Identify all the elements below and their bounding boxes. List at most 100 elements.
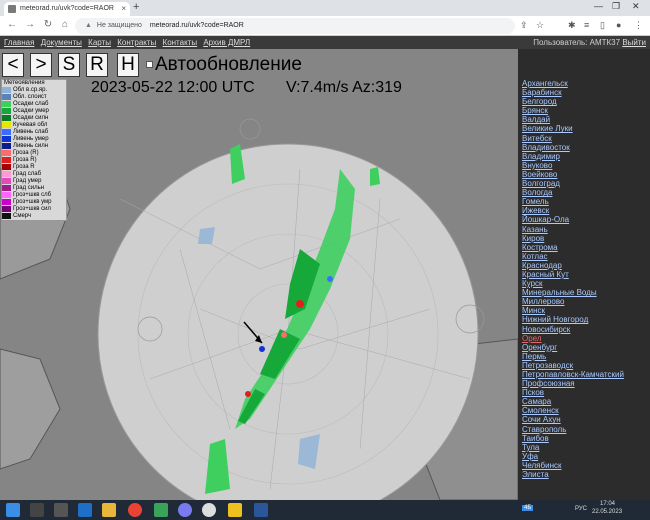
city-link[interactable]: Оренбург (522, 343, 650, 352)
city-link[interactable]: Псков (522, 388, 650, 397)
new-tab-button[interactable]: + (133, 1, 139, 13)
city-link[interactable]: Уфа (522, 452, 650, 461)
reading-list-icon[interactable]: ≡ (584, 20, 589, 30)
h-button[interactable]: H (117, 53, 139, 77)
city-link[interactable]: Кострома (522, 243, 650, 252)
city-link[interactable]: Воейково (522, 170, 650, 179)
task-view-icon[interactable] (54, 503, 68, 517)
city-link[interactable]: Владивосток (522, 143, 650, 152)
menu-maps[interactable]: Карты (88, 38, 111, 47)
app-icon[interactable] (228, 503, 242, 517)
maximize-button[interactable]: ❐ (612, 1, 620, 12)
s-button[interactable]: S (58, 53, 80, 77)
auto-update-toggle[interactable]: Автообновление (146, 53, 302, 77)
chrome-icon[interactable] (128, 503, 142, 517)
home-icon[interactable]: ⌂ (59, 19, 71, 30)
city-link[interactable]: Таибов (522, 434, 650, 443)
city-link[interactable]: Сочи Ахун (522, 415, 650, 424)
app-icon[interactable] (154, 503, 168, 517)
clock-time[interactable]: 17:04 (600, 501, 615, 507)
city-link[interactable]: Великие Луки (522, 124, 650, 133)
weather-widget[interactable]: 4Б (522, 505, 534, 511)
city-link[interactable]: Киров (522, 234, 650, 243)
menu-contacts[interactable]: Контакты (163, 38, 198, 47)
city-link[interactable]: Новосибирск (522, 325, 650, 334)
reload-icon[interactable]: ↻ (42, 19, 54, 30)
clock-date[interactable]: 22.05.2023 (592, 509, 622, 515)
city-link[interactable]: Белгород (522, 97, 650, 106)
legend-swatch (2, 136, 11, 142)
close-window-button[interactable]: ✕ (632, 1, 640, 12)
city-link[interactable]: Миллерово (522, 297, 650, 306)
city-link[interactable]: Курск (522, 279, 650, 288)
back-arrow-icon[interactable]: ← (6, 19, 18, 30)
city-link[interactable]: Владимир (522, 152, 650, 161)
city-link[interactable]: Внуково (522, 161, 650, 170)
address-bar[interactable]: ▲ Не защищено meteorad.ru/uvk?code=RAOR (75, 18, 515, 34)
r-button[interactable]: R (86, 53, 108, 77)
tab-close-icon[interactable]: × (121, 2, 126, 16)
city-link[interactable]: Петрозаводск (522, 361, 650, 370)
city-link[interactable]: Вологда (522, 188, 650, 197)
city-link[interactable]: Самара (522, 397, 650, 406)
legend-label: Гроза (R) (13, 150, 39, 156)
prev-button[interactable]: < (2, 53, 24, 77)
legend-item: Ливень умер (2, 136, 66, 143)
search-icon[interactable] (30, 503, 44, 517)
menu-contracts[interactable]: Контракты (117, 38, 156, 47)
legend-item: Осадки силн (2, 115, 66, 122)
app-icon[interactable] (202, 503, 216, 517)
edge-icon[interactable] (78, 503, 92, 517)
share-icon[interactable]: ⇪ (520, 20, 528, 31)
city-link[interactable]: Тула (522, 443, 650, 452)
browser-tab[interactable]: meteorad.ru/uvk?code=RAOR × (4, 2, 130, 16)
city-link[interactable]: Архангельск (522, 79, 650, 88)
menu-kebab-icon[interactable]: ⋮ (634, 20, 643, 31)
city-link[interactable]: Витебск (522, 134, 650, 143)
legend-swatch (2, 143, 11, 149)
radar-timestamp: 2023-05-22 12:00 UTC (91, 79, 255, 96)
city-link[interactable]: Краснодар (522, 261, 650, 270)
city-link[interactable]: Гомель (522, 197, 650, 206)
city-link[interactable]: Нижний Новгород (522, 315, 650, 324)
menu-home[interactable]: Главная (4, 38, 34, 47)
city-link[interactable]: Ижевск (522, 206, 650, 215)
city-link[interactable]: Валдай (522, 115, 650, 124)
explorer-icon[interactable] (102, 503, 116, 517)
profile-icon[interactable]: ● (616, 20, 621, 30)
city-link[interactable]: Элиста (522, 470, 650, 479)
city-link[interactable]: Смоленск (522, 406, 650, 415)
legend-swatch (2, 213, 11, 219)
start-menu-icon[interactable] (6, 503, 20, 517)
sidebar-icon[interactable]: ▯ (600, 20, 605, 31)
city-link[interactable]: Минеральные Воды (522, 288, 650, 297)
city-link[interactable]: Волгоград (522, 179, 650, 188)
minimize-button[interactable]: — (594, 1, 603, 11)
radar-map[interactable]: < > S R H Автообновление 2023-05-22 12:0… (0, 49, 518, 500)
forward-arrow-icon[interactable]: → (24, 19, 36, 30)
language-indicator[interactable]: РУС (575, 506, 587, 512)
menu-documents[interactable]: Документы (41, 38, 82, 47)
app-icon[interactable] (178, 503, 192, 517)
word-icon[interactable] (254, 503, 268, 517)
city-link[interactable]: Казань (522, 225, 650, 234)
user-info: Пользователь: АМТК37 Выйти (533, 36, 646, 49)
city-link[interactable]: Минск (522, 306, 650, 315)
logout-link[interactable]: Выйти (622, 38, 646, 47)
star-icon[interactable]: ☆ (536, 20, 544, 31)
city-link[interactable]: Пермь (522, 352, 650, 361)
city-link[interactable]: Барабинск (522, 88, 650, 97)
city-link[interactable]: Йошкар-Ола (522, 215, 650, 224)
city-link[interactable]: Красный Кут (522, 270, 650, 279)
city-link[interactable]: Брянск (522, 106, 650, 115)
city-link[interactable]: Петропавловск-Камчатский (522, 370, 650, 379)
next-button[interactable]: > (30, 53, 52, 77)
city-link[interactable]: Челябинск (522, 461, 650, 470)
city-link[interactable]: Профсоюзная (522, 379, 650, 388)
city-link[interactable]: Котлас (522, 252, 650, 261)
menu-archive[interactable]: Архив ДМРЛ (203, 38, 250, 47)
extensions-icon[interactable]: ✱ (568, 20, 576, 31)
city-link[interactable]: Орел (522, 334, 650, 343)
auto-update-checkbox[interactable] (146, 61, 153, 69)
city-link[interactable]: Ставрополь (522, 425, 650, 434)
